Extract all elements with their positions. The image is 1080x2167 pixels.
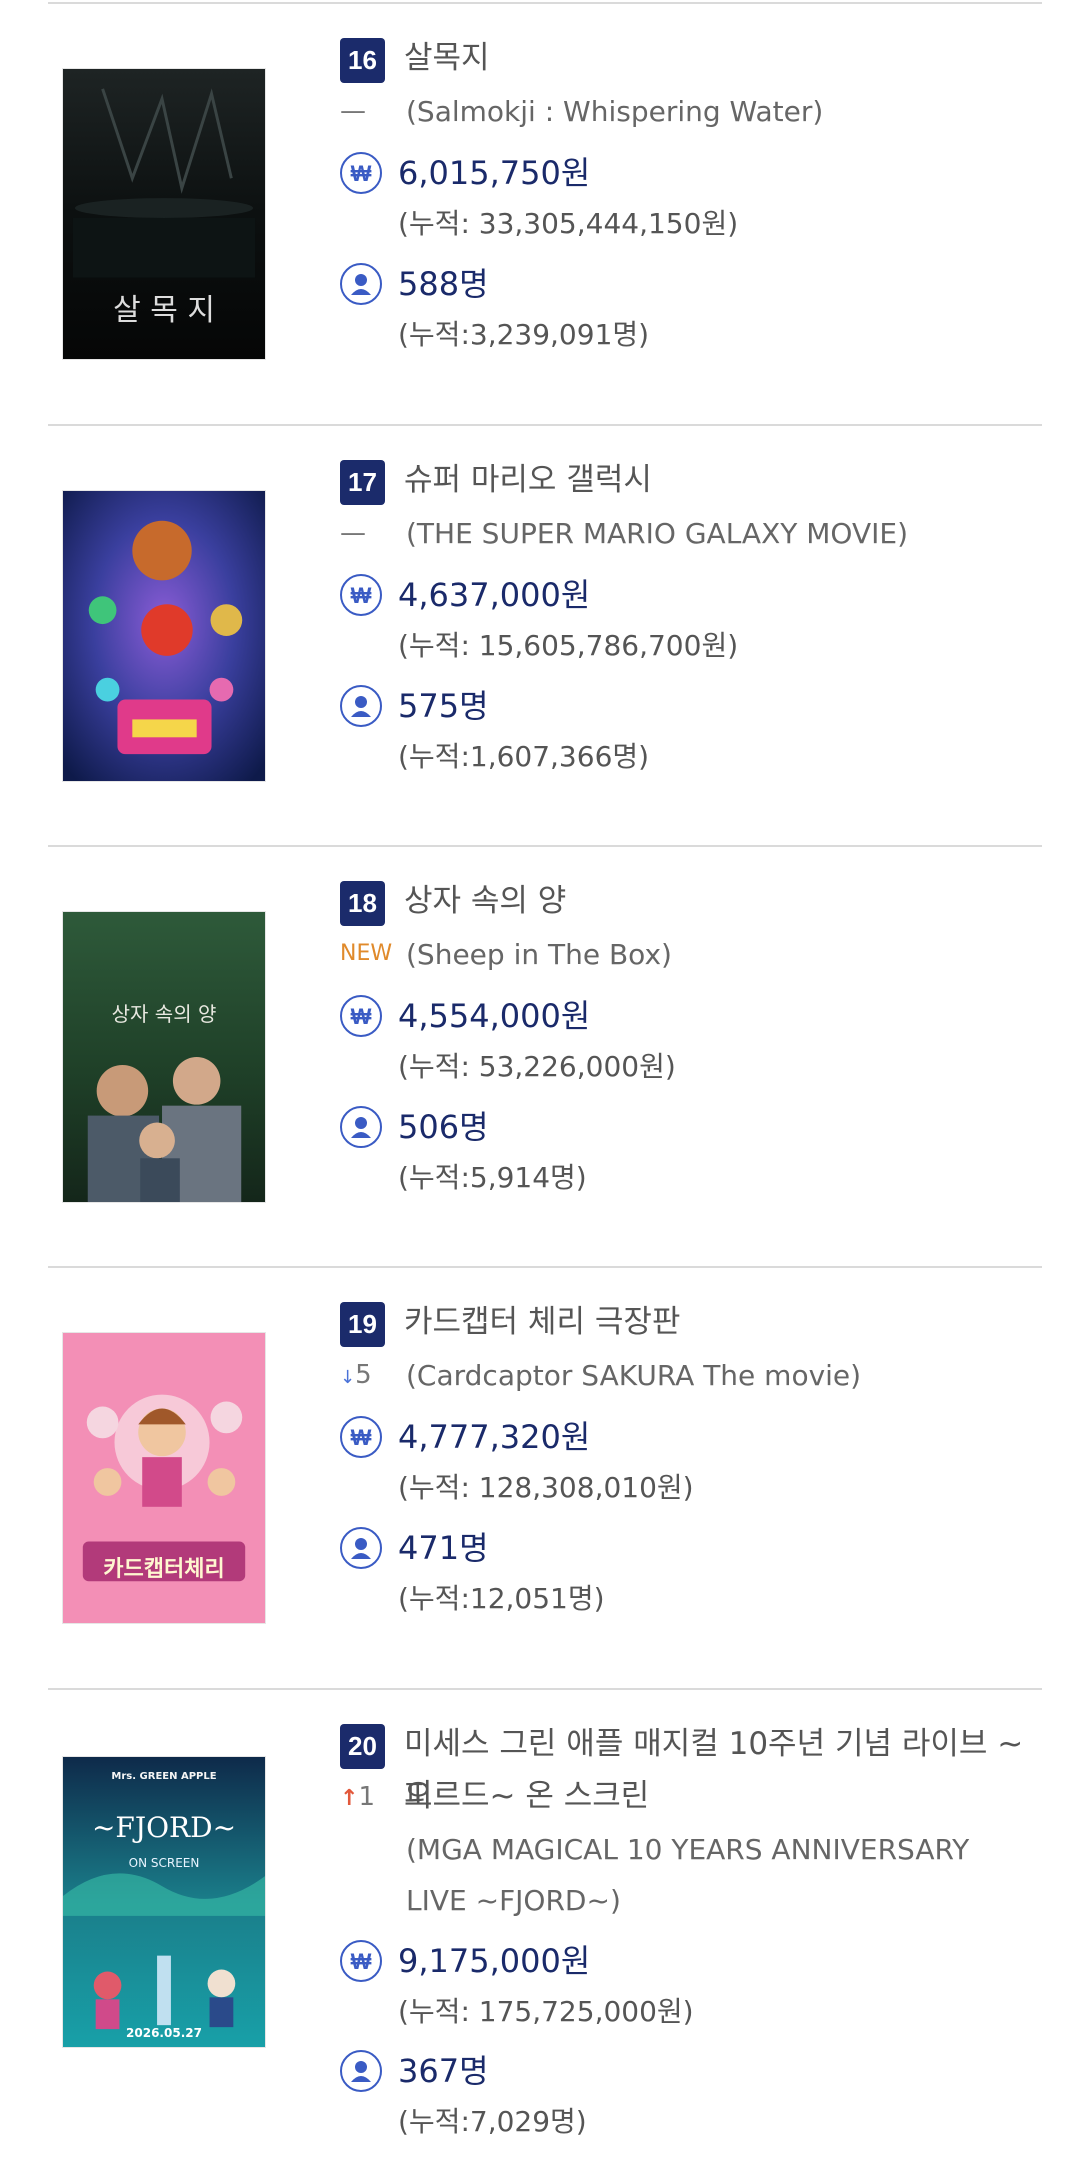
sales-value: 4,554,000원 bbox=[398, 997, 591, 1035]
won-coin-icon: ₩ bbox=[340, 1940, 382, 1982]
new-badge: NEW bbox=[340, 941, 393, 966]
movie-poster[interactable] bbox=[62, 490, 266, 782]
movie-title-korean-line2[interactable]: 오르드~ 온 스크린 bbox=[404, 1770, 1044, 1822]
audience-value: 588명 bbox=[398, 265, 489, 303]
svg-text:₩: ₩ bbox=[351, 161, 372, 186]
movie-title-korean[interactable]: 슈퍼 마리오 갤럭시 bbox=[404, 454, 1044, 506]
box-office-list: 살 목 지 16 살목지 — (Salmokji : Whispering Wa… bbox=[0, 0, 1080, 2167]
movie-title-english-line2: LIVE ~FJORD~) bbox=[406, 1884, 621, 1917]
svg-text:₩: ₩ bbox=[351, 1004, 372, 1029]
sales-value: 4,777,320원 bbox=[398, 1418, 591, 1456]
movie-title-english: (Salmokji : Whispering Water) bbox=[406, 95, 824, 128]
audience-total: (누적:1,607,366명) bbox=[398, 740, 650, 773]
audience-total: (누적:5,914명) bbox=[398, 1161, 587, 1194]
audience-value: 471명 bbox=[398, 1529, 489, 1567]
rank-badge: 20 bbox=[340, 1724, 385, 1769]
arrow-up-icon: ↑ bbox=[340, 1786, 359, 1811]
svg-text:₩: ₩ bbox=[351, 583, 372, 608]
rank-badge: 16 bbox=[340, 38, 385, 83]
movie-title-english: (THE SUPER MARIO GALAXY MOVIE) bbox=[406, 517, 909, 550]
rank-change: — bbox=[340, 96, 366, 126]
won-coin-icon: ₩ bbox=[340, 574, 382, 616]
svg-text:₩: ₩ bbox=[351, 1949, 372, 1974]
person-icon bbox=[340, 1106, 382, 1148]
movie-title-english: (Sheep in The Box) bbox=[406, 938, 672, 971]
sales-total: (누적: 128,308,010원) bbox=[398, 1471, 694, 1504]
rank-badge: 18 bbox=[340, 881, 385, 926]
divider bbox=[48, 2, 1042, 4]
sales-value: 4,637,000원 bbox=[398, 576, 591, 614]
rank-change: — bbox=[340, 518, 366, 548]
sales-value: 9,175,000원 bbox=[398, 1942, 591, 1980]
sales-total: (누적: 175,725,000원) bbox=[398, 1995, 694, 2028]
movie-poster[interactable] bbox=[62, 911, 266, 1203]
sales-total: (누적: 53,226,000원) bbox=[398, 1050, 676, 1083]
movie-title-korean[interactable]: 카드캡터 체리 극장판 bbox=[404, 1296, 1044, 1348]
movie-title-english: (Cardcaptor SAKURA The movie) bbox=[406, 1359, 862, 1392]
poster-subtitle: ON SCREEN bbox=[128, 1856, 200, 1870]
rank-change-value: 5 bbox=[355, 1360, 372, 1390]
sales-total: (누적: 33,305,444,150원) bbox=[398, 207, 739, 240]
audience-total: (누적:12,051명) bbox=[398, 1582, 605, 1615]
movie-title-korean[interactable]: 상자 속의 양 bbox=[404, 875, 1044, 927]
won-coin-icon: ₩ bbox=[340, 152, 382, 194]
rank-change-down: ↓5 bbox=[340, 1358, 396, 1395]
person-icon bbox=[340, 685, 382, 727]
poster-title: ~FJORD~ bbox=[91, 1811, 237, 1844]
divider bbox=[48, 1266, 1042, 1268]
divider bbox=[48, 845, 1042, 847]
audience-value: 575명 bbox=[398, 687, 489, 725]
divider bbox=[48, 424, 1042, 426]
poster-top-text: Mrs. GREEN APPLE bbox=[111, 1771, 217, 1782]
person-icon bbox=[340, 2050, 382, 2092]
svg-text:₩: ₩ bbox=[351, 1425, 372, 1450]
movie-title-korean[interactable]: 살목지 bbox=[404, 32, 1044, 84]
rank-badge: 17 bbox=[340, 460, 385, 505]
poster-title: 상자 속의 양 bbox=[111, 1002, 217, 1026]
rank-change-value: 1 bbox=[358, 1782, 375, 1812]
audience-value: 367명 bbox=[398, 2052, 489, 2090]
person-icon bbox=[340, 263, 382, 305]
sales-value: 6,015,750원 bbox=[398, 154, 591, 192]
audience-total: (누적:7,029명) bbox=[398, 2105, 587, 2138]
audience-total: (누적:3,239,091명) bbox=[398, 318, 650, 351]
won-coin-icon: ₩ bbox=[340, 1416, 382, 1458]
rank-badge: 19 bbox=[340, 1302, 385, 1347]
audience-value: 506명 bbox=[398, 1108, 489, 1146]
rank-change-up: ↑1 bbox=[340, 1780, 396, 1816]
person-icon bbox=[340, 1527, 382, 1569]
movie-poster[interactable] bbox=[62, 1756, 266, 2048]
divider bbox=[48, 1688, 1042, 1690]
arrow-down-icon: ↓ bbox=[340, 1367, 356, 1388]
poster-title: 살 목 지 bbox=[113, 293, 215, 328]
movie-title-english-line1: (MGA MAGICAL 10 YEARS ANNIVERSARY bbox=[406, 1833, 970, 1866]
sales-total: (누적: 15,605,786,700원) bbox=[398, 629, 739, 662]
poster-title: 카드캡터체리 bbox=[103, 1557, 225, 1582]
won-coin-icon: ₩ bbox=[340, 995, 382, 1037]
poster-date: 2026.05.27 bbox=[126, 2026, 202, 2040]
